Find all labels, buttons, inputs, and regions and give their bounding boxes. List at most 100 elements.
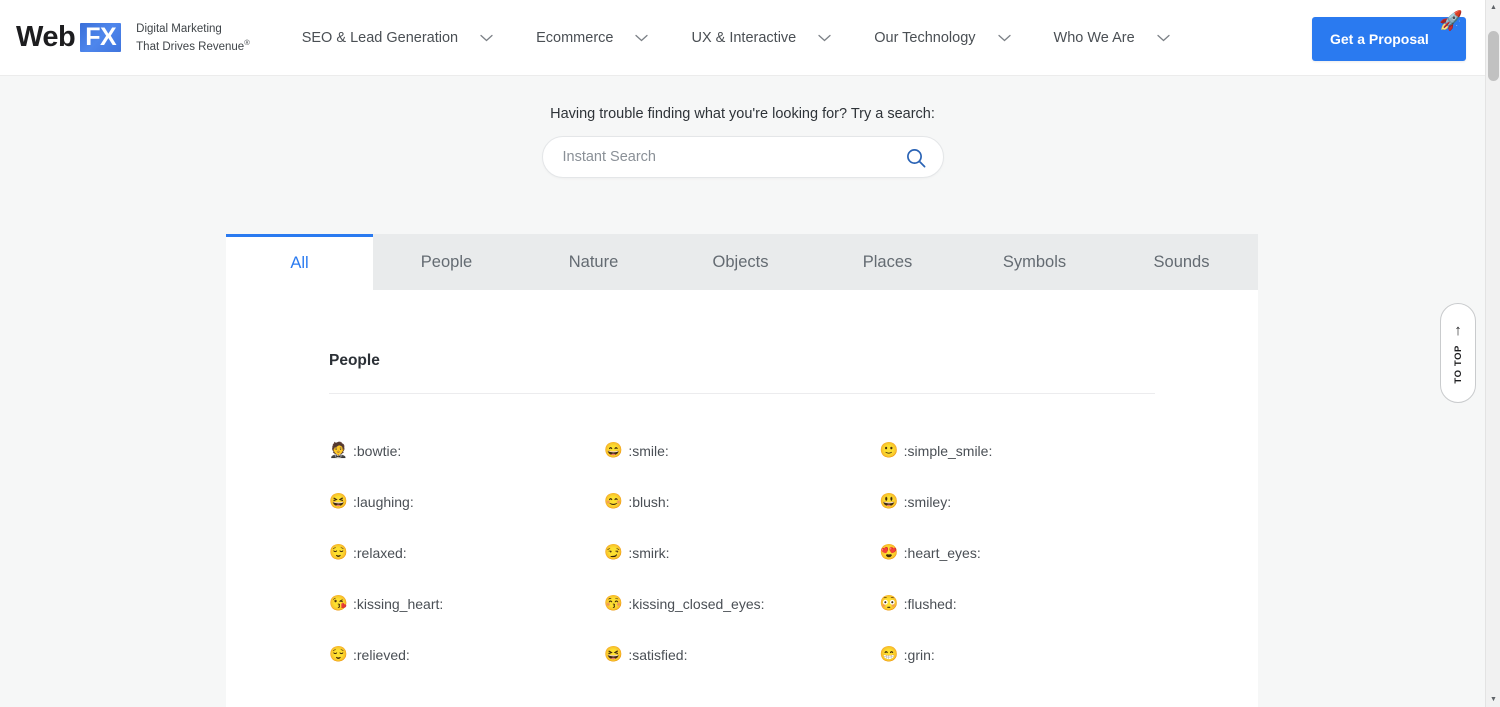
emoji-item[interactable]: 🙂:simple_smile: [880,439,1155,462]
emoji-glyph-icon: 😄 [604,442,624,459]
emoji-item[interactable]: 😏:smirk: [604,541,879,564]
emoji-code-label: :grin: [903,646,935,663]
browser-scrollbar[interactable]: ▲ ▼ [1485,0,1500,707]
nav-item-label: Who We Are [1053,29,1135,46]
emoji-item[interactable]: 😌 :relieved: [329,643,604,666]
arrow-up-icon: ↑ [1454,321,1462,339]
emoji-code-label: :simple_smile: [903,442,993,459]
emoji-code-label: :smiley: [903,493,952,510]
emoji-glyph-icon: 😃 [879,493,899,510]
emoji-item[interactable]: 😁:grin: [880,643,1155,666]
brand-tagline: Digital Marketing That Drives Revenue® [136,22,250,54]
tab-label: Places [862,252,913,271]
tab-nature[interactable]: Nature [520,234,667,290]
search-icon[interactable] [904,146,928,170]
emoji-code-label: :kissing_heart: [353,595,444,612]
emoji-code-label: :laughing: [353,493,414,510]
tab-label: People [420,252,473,271]
tab-all[interactable]: All [226,234,373,290]
emoji-glyph-icon: 😁 [879,646,899,663]
site-header: Web FX Digital Marketing That Drives Rev… [0,0,1485,76]
emoji-item[interactable]: 😌 :relaxed: [329,541,604,564]
emoji-code-label: :relieved: [353,646,410,663]
tab-label: Nature [568,252,619,271]
scroll-up-arrow-icon[interactable]: ▲ [1486,0,1500,15]
tab-label: Symbols [1002,252,1067,271]
scrollbar-thumb[interactable] [1488,31,1499,81]
emoji-code-label: :blush: [628,493,670,510]
brand-logo[interactable]: Web FX Digital Marketing That Drives Rev… [16,22,250,54]
page-root: Web FX Digital Marketing That Drives Rev… [0,0,1500,707]
emoji-item[interactable]: 🤵:bowtie: [329,439,604,462]
tab-objects[interactable]: Objects [667,234,814,290]
tab-label: Sounds [1153,252,1210,271]
nav-item-label: UX & Interactive [691,29,797,46]
emoji-glyph-icon: 😌 [329,544,348,561]
scroll-down-arrow-icon[interactable]: ▼ [1486,692,1500,707]
chevron-down-icon[interactable] [818,34,831,42]
emoji-glyph-icon: 😏 [604,544,624,561]
section-divider [329,393,1155,394]
get-a-proposal-button[interactable]: Get a Proposal 🚀 [1312,12,1466,61]
nav-item-our-technology[interactable]: Our Technology [874,0,1011,75]
logo-text-fx: FX [80,22,122,52]
search-input[interactable] [562,149,883,165]
panel-body: People 🤵:bowtie: 😄:smile: 🙂:simple_smile… [226,290,1258,666]
emoji-item[interactable]: 😚:kissing_closed_eyes: [604,592,879,615]
nav-item-seo-lead-generation[interactable]: SEO & Lead Generation [302,0,493,75]
tab-sounds[interactable]: Sounds [1108,234,1255,290]
emoji-item[interactable]: 😃:smiley: [880,490,1155,513]
emoji-item[interactable]: 😘 :kissing_heart: [329,592,604,615]
section-title-people: People [329,352,380,369]
search-prompt: Having trouble finding what you're looki… [550,106,935,122]
emoji-glyph-icon: 😌 [329,646,348,663]
nav-item-ecommerce[interactable]: Ecommerce [536,0,649,75]
emoji-glyph-icon: 😆 [329,493,348,510]
nav-item-label: Ecommerce [536,29,614,46]
emoji-glyph-icon: 😚 [604,595,624,612]
to-top-button[interactable]: ↑ TO TOP [1440,303,1476,403]
emoji-item[interactable]: 😆:satisfied: [604,643,879,666]
emoji-grid: 🤵:bowtie: 😄:smile: 🙂:simple_smile: 😆 :lau… [329,439,1155,666]
webfx-logo[interactable]: Web FX [16,20,122,53]
emoji-code-label: :smirk: [628,544,670,561]
emoji-glyph-icon: 🙂 [879,442,899,459]
emoji-code-label: :satisfied: [628,646,688,663]
tab-symbols[interactable]: Symbols [961,234,1108,290]
nav-item-label: Our Technology [874,29,976,46]
emoji-content-panel: All People Nature Objects Places Symbols… [226,234,1258,707]
emoji-glyph-icon: 😳 [879,595,899,612]
rocket-icon: 🚀 [1439,11,1463,32]
search-bar[interactable] [541,136,944,178]
logo-text-web: Web [16,20,76,53]
tagline-line-2: That Drives Revenue® [136,37,250,53]
main-navigation: SEO & Lead Generation Ecommerce UX & Int… [302,0,1213,75]
emoji-code-label: :bowtie: [353,442,402,459]
search-block: Having trouble finding what you're looki… [0,76,1485,178]
emoji-code-label: :relaxed: [353,544,407,561]
chevron-down-icon[interactable] [480,34,493,42]
emoji-code-label: :kissing_closed_eyes: [628,595,765,612]
emoji-glyph-icon: 😊 [604,493,624,510]
emoji-glyph-icon: 😘 [329,595,348,612]
emoji-item[interactable]: 😊:blush: [604,490,879,513]
tagline-line-1: Digital Marketing [136,22,222,35]
emoji-code-label: :flushed: [903,595,957,612]
category-tabs: All People Nature Objects Places Symbols… [226,234,1258,290]
nav-item-ux-interactive[interactable]: UX & Interactive [691,0,831,75]
chevron-down-icon[interactable] [997,34,1011,42]
emoji-item[interactable]: 😍:heart_eyes: [880,541,1155,564]
tab-label: Objects [712,252,769,271]
chevron-down-icon[interactable] [1157,34,1170,42]
emoji-item[interactable]: 😳:flushed: [880,592,1155,615]
emoji-item[interactable]: 😄:smile: [604,439,879,462]
chevron-down-icon[interactable] [635,34,649,42]
emoji-glyph-icon: 😍 [879,544,899,561]
nav-item-label: SEO & Lead Generation [301,29,459,46]
tab-people[interactable]: People [373,234,520,290]
emoji-code-label: :smile: [628,442,669,459]
emoji-item[interactable]: 😆 :laughing: [329,490,604,513]
nav-item-who-we-are[interactable]: Who We Are [1054,0,1170,75]
cta-label: Get a Proposal [1330,31,1429,47]
tab-places[interactable]: Places [814,234,961,290]
